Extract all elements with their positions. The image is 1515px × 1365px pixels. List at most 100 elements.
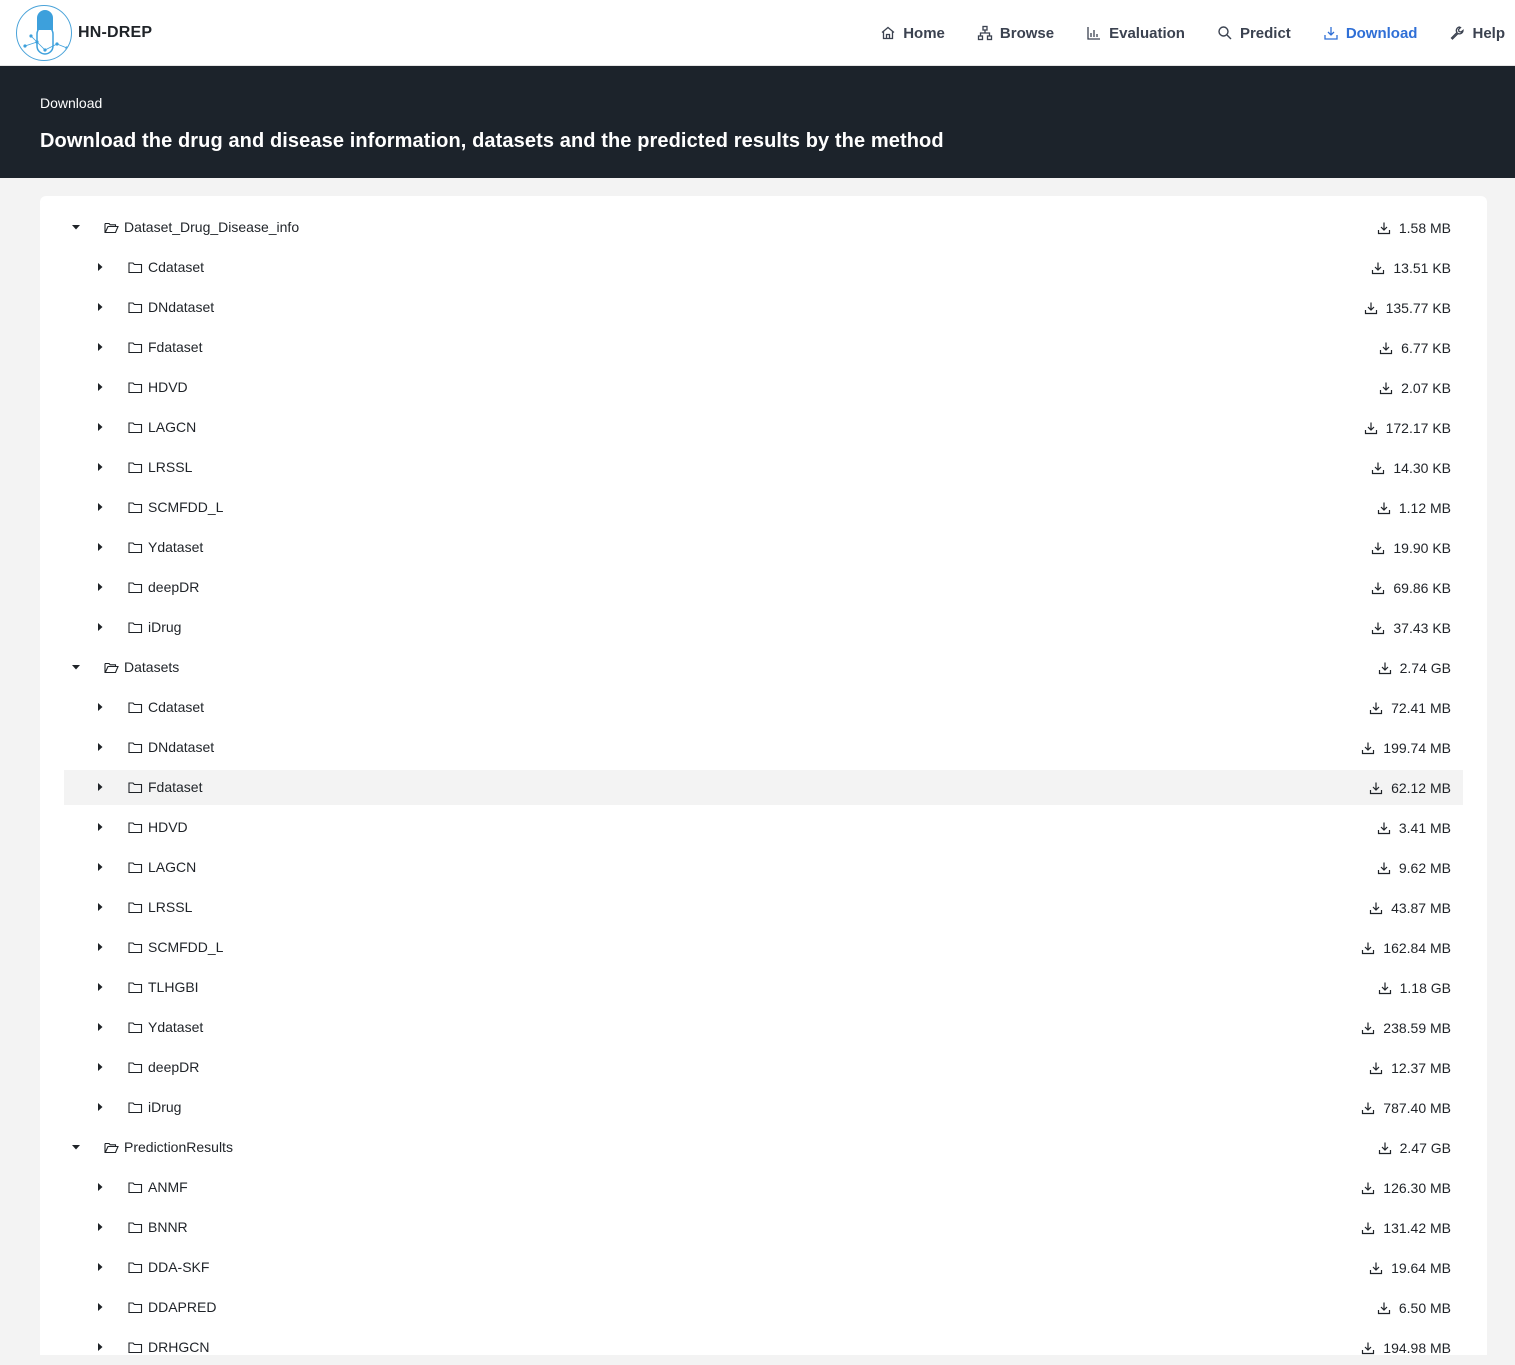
tree-subfolder-row[interactable]: HDVD 3.41 MB: [64, 810, 1463, 845]
download-size-link[interactable]: 14.30 KB: [1371, 450, 1451, 485]
tree-subfolder-row[interactable]: LRSSL 14.30 KB: [64, 450, 1463, 485]
folder-name[interactable]: Ydataset: [148, 1019, 203, 1035]
caret-right-icon[interactable]: [95, 1102, 105, 1112]
download-size-link[interactable]: 72.41 MB: [1369, 690, 1451, 725]
download-size-link[interactable]: 1.58 MB: [1377, 210, 1451, 245]
download-icon[interactable]: [1369, 901, 1383, 915]
download-icon[interactable]: [1379, 381, 1393, 395]
caret-right-icon[interactable]: [95, 502, 105, 512]
download-icon[interactable]: [1377, 1301, 1391, 1315]
download-size-link[interactable]: 62.12 MB: [1369, 770, 1451, 805]
download-size-link[interactable]: 135.77 KB: [1364, 290, 1451, 325]
folder-name[interactable]: BNNR: [148, 1219, 188, 1235]
download-size-link[interactable]: 162.84 MB: [1361, 930, 1451, 965]
caret-right-icon[interactable]: [95, 422, 105, 432]
folder-name[interactable]: SCMFDD_L: [148, 939, 223, 955]
download-size-link[interactable]: 12.37 MB: [1369, 1050, 1451, 1085]
tree-subfolder-row[interactable]: deepDR 69.86 KB: [64, 570, 1463, 605]
tree-subfolder-row[interactable]: Fdataset 62.12 MB: [64, 770, 1463, 805]
caret-right-icon[interactable]: [95, 1302, 105, 1312]
download-size-link[interactable]: 1.18 GB: [1378, 970, 1451, 1005]
tree-subfolder-row[interactable]: DNdataset 199.74 MB: [64, 730, 1463, 765]
download-size-link[interactable]: 238.59 MB: [1361, 1010, 1451, 1045]
tree-subfolder-row[interactable]: SCMFDD_L 1.12 MB: [64, 490, 1463, 525]
folder-name[interactable]: DDAPRED: [148, 1299, 216, 1315]
folder-name[interactable]: LAGCN: [148, 419, 196, 435]
caret-right-icon[interactable]: [95, 1342, 105, 1352]
folder-name[interactable]: SCMFDD_L: [148, 499, 223, 515]
download-size-link[interactable]: 43.87 MB: [1369, 890, 1451, 925]
tree-subfolder-row[interactable]: DRHGCN 194.98 MB: [64, 1330, 1463, 1365]
folder-name[interactable]: iDrug: [148, 1099, 181, 1115]
folder-name[interactable]: Cdataset: [148, 699, 204, 715]
download-icon[interactable]: [1369, 1061, 1383, 1075]
caret-right-icon[interactable]: [95, 1022, 105, 1032]
download-icon[interactable]: [1371, 621, 1385, 635]
download-size-link[interactable]: 19.90 KB: [1371, 530, 1451, 565]
download-icon[interactable]: [1371, 581, 1385, 595]
download-size-link[interactable]: 13.51 KB: [1371, 250, 1451, 285]
download-icon[interactable]: [1377, 821, 1391, 835]
caret-right-icon[interactable]: [95, 1262, 105, 1272]
caret-right-icon[interactable]: [95, 942, 105, 952]
folder-name[interactable]: DRHGCN: [148, 1339, 209, 1355]
tree-subfolder-row[interactable]: LAGCN 172.17 KB: [64, 410, 1463, 445]
download-size-link[interactable]: 37.43 KB: [1371, 610, 1451, 645]
tree-subfolder-row[interactable]: DDAPRED 6.50 MB: [64, 1290, 1463, 1325]
folder-name[interactable]: TLHGBI: [148, 979, 199, 995]
caret-right-icon[interactable]: [95, 742, 105, 752]
folder-name[interactable]: HDVD: [148, 819, 188, 835]
download-icon[interactable]: [1369, 701, 1383, 715]
caret-right-icon[interactable]: [95, 542, 105, 552]
caret-right-icon[interactable]: [95, 902, 105, 912]
folder-name[interactable]: PredictionResults: [124, 1139, 233, 1155]
caret-right-icon[interactable]: [95, 342, 105, 352]
tree-subfolder-row[interactable]: Ydataset 238.59 MB: [64, 1010, 1463, 1045]
caret-right-icon[interactable]: [95, 1182, 105, 1192]
folder-name[interactable]: LRSSL: [148, 899, 192, 915]
download-icon[interactable]: [1378, 1141, 1392, 1155]
folder-name[interactable]: Ydataset: [148, 539, 203, 555]
download-icon[interactable]: [1361, 1341, 1375, 1355]
tree-subfolder-row[interactable]: TLHGBI 1.18 GB: [64, 970, 1463, 1005]
download-size-link[interactable]: 199.74 MB: [1361, 730, 1451, 765]
tree-subfolder-row[interactable]: HDVD 2.07 KB: [64, 370, 1463, 405]
folder-name[interactable]: DDA-SKF: [148, 1259, 209, 1275]
download-size-link[interactable]: 3.41 MB: [1377, 810, 1451, 845]
folder-name[interactable]: LRSSL: [148, 459, 192, 475]
tree-folder-row[interactable]: PredictionResults 2.47 GB: [64, 1130, 1463, 1165]
brand[interactable]: HN-DREP: [16, 5, 152, 61]
download-icon[interactable]: [1364, 301, 1378, 315]
download-size-link[interactable]: 69.86 KB: [1371, 570, 1451, 605]
caret-right-icon[interactable]: [95, 1222, 105, 1232]
nav-predict[interactable]: Predict: [1217, 25, 1291, 42]
tree-subfolder-row[interactable]: Cdataset 13.51 KB: [64, 250, 1463, 285]
folder-name[interactable]: Dataset_Drug_Disease_info: [124, 219, 299, 235]
download-size-link[interactable]: 2.74 GB: [1378, 650, 1451, 685]
download-icon[interactable]: [1377, 221, 1391, 235]
tree-folder-row[interactable]: Dataset_Drug_Disease_info 1.58 MB: [64, 210, 1463, 245]
download-icon[interactable]: [1361, 741, 1375, 755]
caret-down-icon[interactable]: [71, 662, 81, 672]
download-size-link[interactable]: 1.12 MB: [1377, 490, 1451, 525]
folder-name[interactable]: Fdataset: [148, 339, 202, 355]
tree-subfolder-row[interactable]: Ydataset 19.90 KB: [64, 530, 1463, 565]
tree-subfolder-row[interactable]: LAGCN 9.62 MB: [64, 850, 1463, 885]
download-size-link[interactable]: 172.17 KB: [1364, 410, 1451, 445]
download-icon[interactable]: [1377, 861, 1391, 875]
caret-right-icon[interactable]: [95, 382, 105, 392]
download-size-link[interactable]: 2.47 GB: [1378, 1130, 1451, 1165]
download-size-link[interactable]: 19.64 MB: [1369, 1250, 1451, 1285]
download-icon[interactable]: [1361, 1021, 1375, 1035]
download-icon[interactable]: [1369, 781, 1383, 795]
folder-name[interactable]: iDrug: [148, 619, 181, 635]
caret-right-icon[interactable]: [95, 862, 105, 872]
download-size-link[interactable]: 6.77 KB: [1379, 330, 1451, 365]
download-icon[interactable]: [1361, 1181, 1375, 1195]
nav-evaluation[interactable]: Evaluation: [1086, 25, 1185, 42]
download-icon[interactable]: [1369, 1261, 1383, 1275]
nav-download[interactable]: Download: [1323, 25, 1417, 42]
tree-subfolder-row[interactable]: ANMF 126.30 MB: [64, 1170, 1463, 1205]
caret-right-icon[interactable]: [95, 302, 105, 312]
nav-browse[interactable]: Browse: [977, 25, 1054, 42]
